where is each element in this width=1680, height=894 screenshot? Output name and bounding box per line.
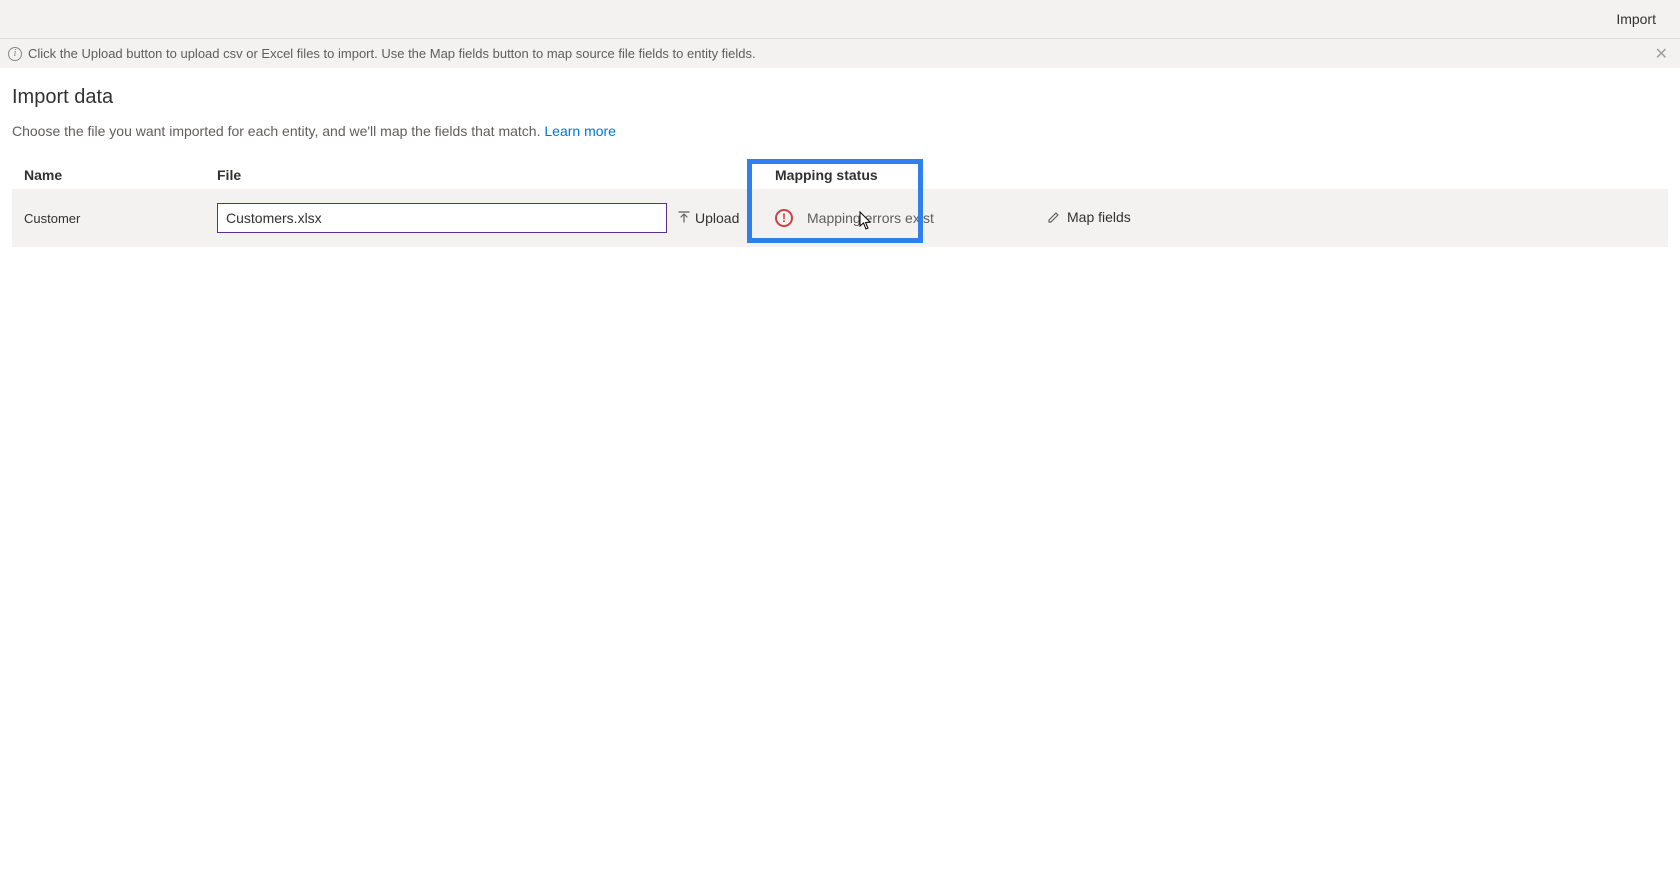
map-fields-label: Map fields — [1067, 209, 1131, 225]
error-icon: ! — [775, 209, 793, 227]
column-header-name: Name — [12, 167, 217, 183]
cell-mapfields: Map fields — [1047, 209, 1327, 227]
upload-icon — [677, 211, 691, 225]
info-bar: i Click the Upload button to upload csv … — [0, 38, 1680, 68]
pencil-icon — [1047, 210, 1061, 224]
upload-label: Upload — [695, 210, 739, 226]
top-bar: Import — [0, 0, 1680, 38]
column-header-file: File — [217, 167, 757, 183]
description-text: Choose the file you want imported for ea… — [12, 123, 544, 139]
cell-name: Customer — [12, 211, 217, 226]
mapping-status: ! Mapping errors exist — [775, 209, 1047, 227]
content-area: Import data Choose the file you want imp… — [0, 68, 1680, 247]
table-row: Customer Upload ! Mapping errors exist — [12, 189, 1668, 247]
page-title: Import data — [12, 86, 1668, 109]
info-icon: i — [8, 47, 22, 61]
cell-mapping-status: ! Mapping errors exist — [757, 209, 1047, 227]
grid-header-row: Name File Mapping status — [12, 167, 1668, 189]
map-fields-button[interactable]: Map fields — [1047, 209, 1131, 225]
cell-file: Upload — [217, 203, 757, 233]
page-description: Choose the file you want imported for ea… — [12, 123, 1668, 139]
cursor-icon — [859, 211, 873, 231]
column-header-mapping-status: Mapping status — [757, 167, 1047, 183]
import-grid: Name File Mapping status Customer Upload… — [12, 167, 1668, 247]
import-button[interactable]: Import — [1616, 11, 1656, 27]
learn-more-link[interactable]: Learn more — [544, 123, 616, 139]
file-input[interactable] — [217, 203, 667, 233]
info-text: Click the Upload button to upload csv or… — [28, 46, 756, 61]
upload-button[interactable]: Upload — [677, 210, 739, 226]
close-icon[interactable]: ✕ — [1655, 44, 1668, 64]
